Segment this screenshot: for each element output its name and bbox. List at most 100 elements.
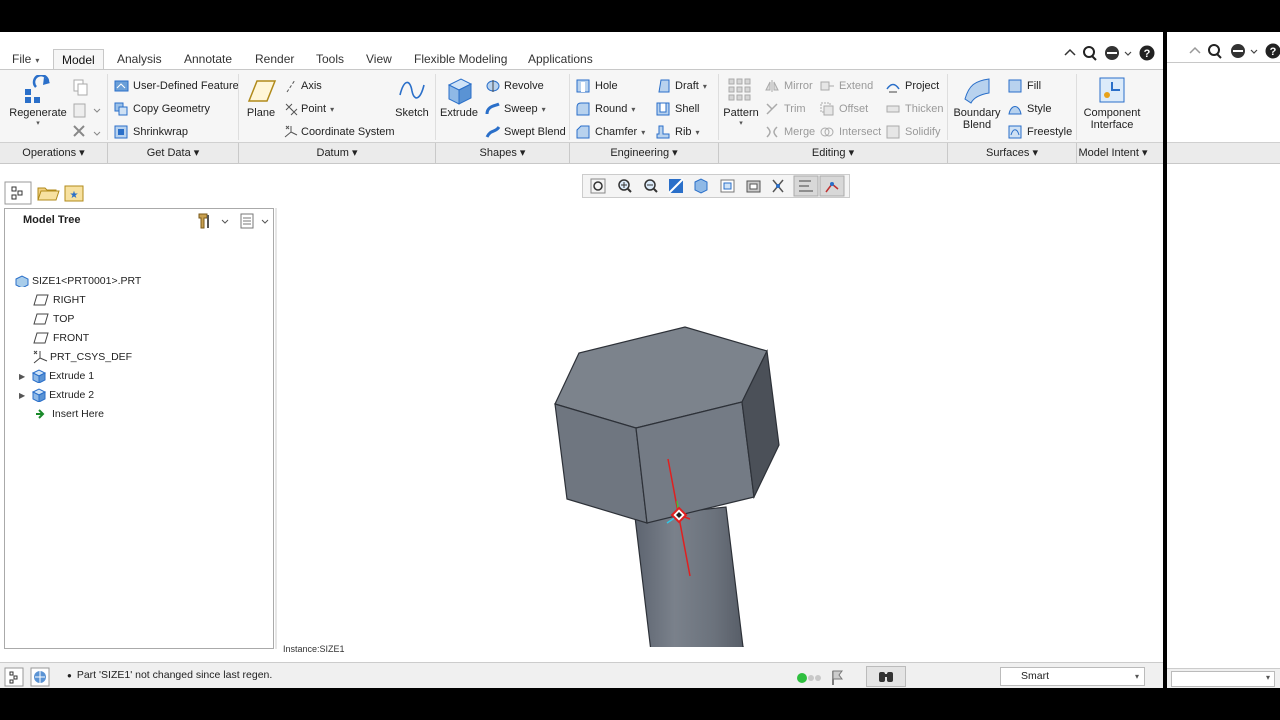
selection-filter-dropdown[interactable]: Smart ▾: [1000, 667, 1145, 686]
view-manager-icon[interactable]: [720, 179, 735, 193]
group-operations[interactable]: Operations ▾: [0, 143, 107, 164]
group-get-data[interactable]: Get Data ▾: [108, 143, 238, 164]
refit-icon[interactable]: [590, 178, 606, 194]
tree-item-part[interactable]: SIZE1<PRT0001>.PRT: [15, 272, 141, 291]
flag-icon[interactable]: [832, 670, 843, 685]
swept-blend-button[interactable]: Swept Blend: [485, 123, 566, 141]
sweep-label: Sweep: [504, 103, 538, 115]
tab-annotate[interactable]: Annotate: [176, 49, 240, 69]
expand-arrow-icon[interactable]: ▶: [19, 372, 25, 381]
community-icon[interactable]: [1231, 44, 1245, 58]
tree-item-top[interactable]: TOP: [33, 310, 74, 329]
hole-button[interactable]: Hole: [576, 77, 618, 95]
tree-item-extrude-2[interactable]: ▶ Extrude 2: [19, 386, 94, 405]
offset-button[interactable]: Offset: [820, 100, 868, 118]
tab-analysis[interactable]: Analysis: [109, 49, 170, 69]
extrude-label: Extrude: [440, 107, 478, 119]
saved-orientations-icon[interactable]: [694, 178, 708, 194]
plane-button[interactable]: Plane: [243, 75, 279, 119]
thicken-button[interactable]: Thicken: [886, 100, 944, 118]
component-interface-button[interactable]: Component Interface: [1082, 75, 1142, 131]
tab-view[interactable]: View: [358, 49, 400, 69]
group-engineering[interactable]: Engineering ▾: [570, 143, 718, 164]
group-editing[interactable]: Editing ▾: [719, 143, 947, 164]
collapse-ribbon-icon[interactable]: [1189, 46, 1201, 54]
tree-item-front[interactable]: FRONT: [33, 329, 89, 348]
zoom-in-icon[interactable]: [618, 179, 632, 193]
tree-item-csys[interactable]: PRT_CSYS_DEF: [32, 348, 132, 367]
sweep-icon: [485, 102, 500, 115]
point-button[interactable]: Point ▾: [284, 100, 334, 118]
zoom-out-icon[interactable]: [644, 179, 658, 193]
tab-flexible-modeling[interactable]: Flexible Modeling: [406, 49, 515, 69]
shell-button[interactable]: Shell: [656, 100, 699, 118]
toggle-navigator-icon[interactable]: [4, 667, 24, 687]
chevron-down-icon[interactable]: [261, 219, 269, 224]
sketch-button[interactable]: Sketch: [393, 75, 431, 119]
perspective-view-icon[interactable]: [746, 180, 761, 193]
datum-display-filters-icon[interactable]: [793, 175, 819, 197]
3d-model-viewport[interactable]: [540, 287, 800, 647]
fill-button[interactable]: Fill: [1008, 77, 1041, 95]
show-filter-icon[interactable]: [240, 213, 254, 229]
regenerate-button[interactable]: Regenerate ▾: [8, 75, 68, 127]
project-button[interactable]: Project: [886, 77, 939, 95]
tab-applications[interactable]: Applications: [520, 49, 601, 69]
tab-render[interactable]: Render: [247, 49, 302, 69]
chevron-down-icon[interactable]: [221, 219, 229, 224]
mirror-button[interactable]: Mirror: [765, 77, 813, 95]
display-style-icon[interactable]: [772, 179, 784, 193]
intersect-button[interactable]: Intersect: [820, 123, 881, 141]
sweep-button[interactable]: Sweep ▾: [485, 100, 546, 118]
group-surfaces[interactable]: Surfaces ▾: [948, 143, 1076, 164]
tree-item-right[interactable]: RIGHT: [33, 291, 86, 310]
trim-button[interactable]: Trim: [765, 100, 806, 118]
panel-splitter[interactable]: [275, 208, 277, 649]
pattern-button[interactable]: Pattern ▾: [722, 75, 760, 127]
extend-button[interactable]: Extend: [820, 77, 873, 95]
chevron-down-icon[interactable]: [1250, 49, 1258, 54]
rib-button[interactable]: Rib ▾: [656, 123, 700, 141]
secondary-filter-dropdown[interactable]: ▾: [1171, 671, 1275, 687]
search-icon[interactable]: [1208, 44, 1222, 59]
user-defined-feature-button[interactable]: User-Defined Feature: [114, 77, 239, 95]
bolt-shaft[interactable]: [634, 506, 748, 647]
delete-icon[interactable]: [73, 125, 101, 137]
style-button[interactable]: Style: [1008, 100, 1051, 118]
draft-button[interactable]: Draft ▾: [656, 77, 707, 95]
tree-item-insert-here[interactable]: Insert Here: [35, 405, 104, 424]
coordinate-system-button[interactable]: Coordinate System: [284, 123, 395, 141]
favorites-icon[interactable]: ★: [64, 185, 84, 202]
repaint-icon[interactable]: [668, 178, 684, 194]
merge-button[interactable]: Merge: [765, 123, 815, 141]
solidify-button[interactable]: Solidify: [886, 123, 940, 141]
paste-icon[interactable]: [73, 103, 101, 118]
copy-icon[interactable]: [73, 79, 88, 96]
toggle-browser-icon[interactable]: [30, 667, 50, 687]
help-icon[interactable]: ?: [1265, 43, 1280, 59]
annotation-display-icon[interactable]: [819, 175, 845, 197]
tab-model[interactable]: Model: [53, 49, 104, 69]
expand-arrow-icon[interactable]: ▶: [19, 391, 25, 400]
graphics-toolbar-icons: [590, 175, 845, 197]
copy-geometry-button[interactable]: Copy Geometry: [114, 100, 210, 118]
revolve-button[interactable]: Revolve: [485, 77, 544, 95]
group-shapes[interactable]: Shapes ▾: [436, 143, 569, 164]
axis-button[interactable]: Axis: [284, 77, 322, 95]
extrude-button[interactable]: Extrude: [439, 75, 479, 119]
group-model-intent[interactable]: Model Intent ▾: [1077, 143, 1149, 164]
bolt-hex-head[interactable]: [554, 326, 780, 524]
freestyle-button[interactable]: Freestyle: [1008, 123, 1072, 141]
model-tree-tab-icon[interactable]: [4, 181, 32, 205]
folder-browser-icon[interactable]: [37, 187, 60, 201]
boundary-blend-button[interactable]: Boundary Blend: [952, 75, 1002, 131]
group-datum[interactable]: Datum ▾: [239, 143, 435, 164]
tree-settings-icon[interactable]: [198, 213, 209, 229]
chamfer-button[interactable]: Chamfer ▾: [576, 123, 645, 141]
tab-tools[interactable]: Tools: [308, 49, 352, 69]
tree-item-extrude-1[interactable]: ▶ Extrude 1: [19, 367, 94, 386]
find-button[interactable]: [866, 666, 906, 687]
tab-file[interactable]: File ▾: [4, 49, 47, 69]
shrinkwrap-button[interactable]: Shrinkwrap: [114, 123, 188, 141]
round-button[interactable]: Round ▾: [576, 100, 635, 118]
